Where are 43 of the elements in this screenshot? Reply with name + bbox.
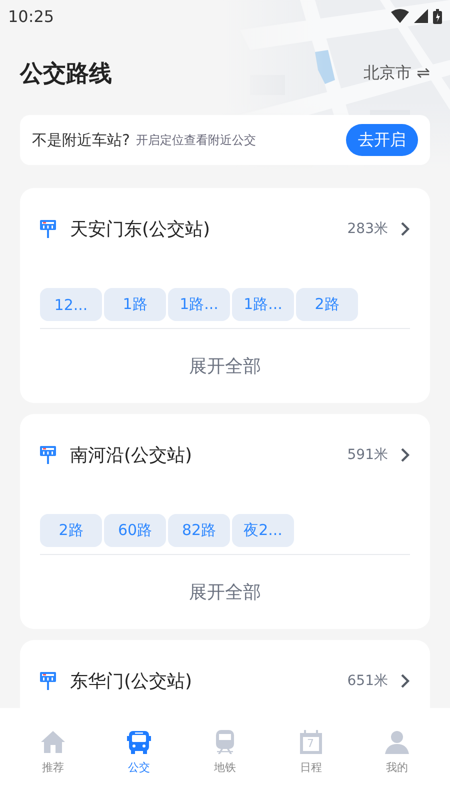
- nav-tab[interactable]: 公交: [109, 708, 169, 800]
- route-chip[interactable]: 2路: [40, 514, 102, 547]
- person-icon: [385, 730, 409, 754]
- nav-tab[interactable]: 推荐: [23, 708, 83, 800]
- route-chip[interactable]: 1路...: [168, 288, 230, 321]
- route-chip[interactable]: 1路: [104, 288, 166, 321]
- bus-icon: [127, 730, 151, 754]
- station-name[interactable]: 南河沿(公交站): [70, 443, 348, 467]
- chevron-right-icon: [400, 222, 410, 236]
- train-icon: [213, 730, 237, 754]
- station-distance: 283米: [347, 220, 388, 238]
- route-chip[interactable]: 2路: [296, 288, 358, 321]
- bus-stop-icon: [40, 446, 56, 464]
- expand-all-button[interactable]: 展开全部: [40, 555, 410, 629]
- route-chip[interactable]: 1路...: [232, 288, 294, 321]
- station-distance: 651米: [347, 672, 388, 690]
- signal-icon: [414, 9, 428, 23]
- page-title: 公交路线: [20, 60, 112, 89]
- bus-stop-icon: [40, 672, 56, 690]
- enable-location-button[interactable]: 去开启: [346, 124, 418, 156]
- calendar-icon: [299, 730, 323, 754]
- station-name[interactable]: 东华门(公交站): [70, 669, 348, 693]
- route-chip[interactable]: 82路: [168, 514, 230, 547]
- route-chip[interactable]: 12...: [40, 288, 102, 321]
- chevron-right-icon: [400, 674, 410, 688]
- route-chip[interactable]: 夜2...: [232, 514, 294, 547]
- wifi-icon: [391, 9, 409, 23]
- nav-tab[interactable]: 7 日程: [281, 708, 341, 800]
- banner-question: 不是附近车站?: [32, 130, 130, 150]
- station-distance: 591米: [347, 446, 388, 464]
- home-icon: [41, 730, 65, 754]
- banner-hint: 开启定位查看附近公交: [136, 132, 257, 148]
- route-chip[interactable]: 60路: [104, 514, 166, 547]
- bus-stop-icon: [40, 220, 56, 238]
- expand-all-button[interactable]: 展开全部: [40, 329, 410, 403]
- nav-tab[interactable]: 我的: [367, 708, 427, 800]
- chevron-right-icon: [400, 448, 410, 462]
- nav-tab[interactable]: 地铁: [195, 708, 255, 800]
- station-name[interactable]: 天安门东(公交站): [70, 217, 348, 241]
- city-switch-button[interactable]: 北京市 ⇌: [364, 63, 430, 84]
- calendar-day: 7: [307, 737, 314, 751]
- battery-icon: [433, 8, 442, 24]
- status-time: 10:25: [8, 6, 54, 26]
